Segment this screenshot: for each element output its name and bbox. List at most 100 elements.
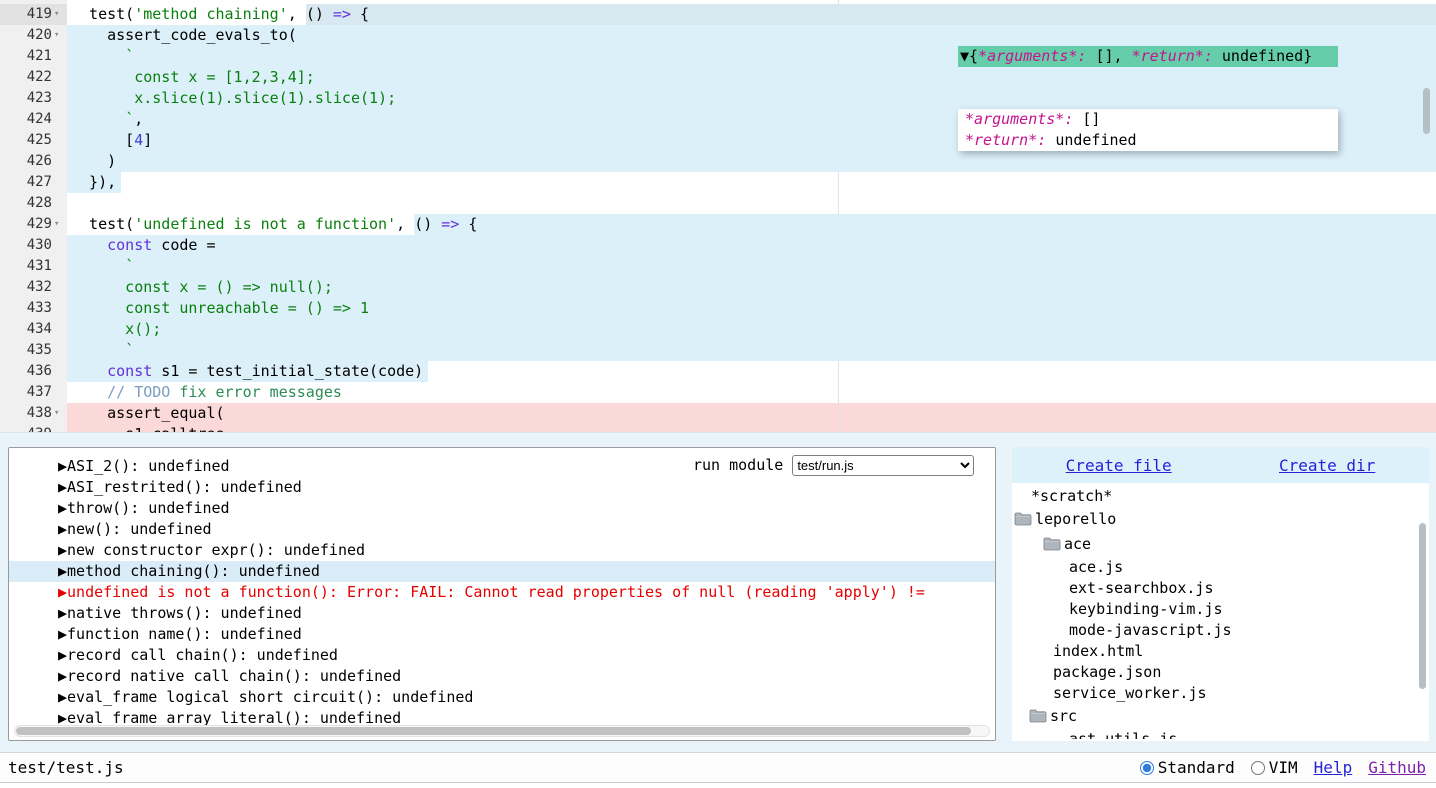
gutter-cell[interactable]: 426 [0,151,67,172]
code-line[interactable]: 428 [0,193,1436,214]
code-token: assert_code_evals_to( [71,26,297,44]
tooltip-header-row[interactable]: ▼{*arguments*: [], *return*: undefined} [958,46,1338,67]
gutter-cell[interactable]: 429▾ [0,214,67,235]
code-line[interactable]: assert_equal(438▾ [0,403,1436,424]
tree-file[interactable]: package.json [1012,661,1429,682]
code-token [71,47,125,65]
tree-file[interactable]: keybinding-vim.js [1012,598,1429,619]
code-line-text: ` [71,340,134,361]
test-result-item[interactable]: ▶native throws(): undefined [9,603,995,624]
standard-radio[interactable] [1140,761,1154,775]
gutter-cell[interactable]: 424 [0,109,67,130]
tooltip-token: [] [1082,110,1100,128]
gutter-cell[interactable]: 436 [0,361,67,382]
gutter-cell[interactable]: 422 [0,67,67,88]
tree-folder[interactable]: ace [1012,531,1429,556]
run-module-select[interactable]: test/run.js [792,455,974,476]
test-result-item[interactable]: ▶eval_frame logical short circuit(): und… [9,687,995,708]
gutter-cell[interactable]: 433 [0,298,67,319]
tree-item-label: leporello [1035,509,1116,529]
code-token: { [459,215,477,233]
code-line[interactable]: // TODO fix error messages437 [0,382,1436,403]
code-line[interactable]: `431 [0,256,1436,277]
test-result-item[interactable]: ▶throw(): undefined [9,498,995,519]
code-token: const [107,362,152,380]
gutter-cell[interactable]: 431 [0,256,67,277]
test-result-item[interactable]: ▶function name(): undefined [9,624,995,645]
tooltip-token: *arguments* [978,47,1077,65]
horizontal-scrollbar-track[interactable] [14,725,990,737]
fold-arrow-icon[interactable]: ▾ [54,403,66,424]
code-line[interactable]: const unreachable = () => 1433 [0,298,1436,319]
gutter-cell[interactable]: 423 [0,88,67,109]
keybinding-standard-option[interactable]: Standard [1140,758,1235,777]
test-result-item[interactable]: ▶ASI_restrited(): undefined [9,477,995,498]
code-line-text: x(); [71,319,161,340]
test-result-item[interactable]: ▶method chaining(): undefined [9,561,995,582]
gutter-cell[interactable]: 428 [0,193,67,214]
gutter-cell[interactable]: 420▾ [0,25,67,46]
gutter-cell[interactable]: 432 [0,277,67,298]
help-link[interactable]: Help [1314,758,1353,777]
code-line[interactable]: const s1 = test_initial_state(code)436 [0,361,1436,382]
gutter-cell[interactable]: 430 [0,235,67,256]
file-tree-scrollbar[interactable] [1419,523,1426,689]
tree-file[interactable]: index.html [1012,640,1429,661]
line-number: 433 [0,298,52,319]
gutter-cell[interactable]: 421 [0,46,67,67]
create-file-link[interactable]: Create file [1066,456,1172,475]
tree-file[interactable]: ast_utils.js [1012,728,1429,739]
standard-radio-label: Standard [1158,758,1235,777]
code-line[interactable]: s1.calltree 439 [0,424,1436,433]
line-number: 422 [0,67,52,88]
editor-vertical-scrollbar[interactable] [1423,88,1430,134]
tree-file[interactable]: ext-searchbox.js [1012,577,1429,598]
test-result-item[interactable]: ▶new(): undefined [9,519,995,540]
code-line-text: assert_equal( [71,403,225,424]
fold-arrow-icon[interactable]: ▾ [54,4,66,25]
code-line[interactable]: const x = () => null();432 [0,277,1436,298]
code-token: s1.calltree [71,425,225,433]
gutter-cell[interactable]: 438▾ [0,403,67,424]
github-link[interactable]: Github [1368,758,1426,777]
tree-file[interactable]: service_worker.js [1012,682,1429,703]
test-result-item[interactable]: ▶undefined is not a function(): Error: F… [9,582,995,603]
tooltip-row[interactable]: *arguments*: [] [965,109,1338,130]
gutter-cell[interactable]: 434 [0,319,67,340]
code-line-text: }), [71,172,116,193]
gutter-cell[interactable]: 437 [0,382,67,403]
tree-file[interactable]: *scratch* [1012,485,1429,506]
gutter-cell[interactable]: 425 [0,130,67,151]
tooltip-row[interactable]: *return*: undefined [965,130,1338,151]
test-result-item[interactable]: ▶new constructor expr(): undefined [9,540,995,561]
gutter-cell[interactable]: 439 [0,424,67,433]
code-line[interactable]: const code =430 [0,235,1436,256]
code-token: () [414,215,441,233]
code-line[interactable]: test('undefined is not a function', () =… [0,214,1436,235]
code-line-text: assert_code_evals_to( [71,25,297,46]
code-line-text: ) [71,151,116,172]
code-line[interactable]: x();434 [0,319,1436,340]
test-result-item[interactable]: ▶record native call chain(): undefined [9,666,995,687]
gutter-cell[interactable]: 435 [0,340,67,361]
gutter-cell[interactable]: 427 [0,172,67,193]
test-result-item[interactable]: ▶record call chain(): undefined [9,645,995,666]
fold-arrow-icon[interactable]: ▾ [54,214,66,235]
line-number: 439 [0,424,52,433]
tree-file[interactable]: ace.js [1012,556,1429,577]
tooltip-token: *return*: [965,131,1055,149]
code-token: 4 [134,131,143,149]
status-bar: test/test.js Standard VIM Help Github [0,752,1436,783]
gutter-cell[interactable]: 419▾ [0,4,67,25]
tree-file[interactable]: mode-javascript.js [1012,619,1429,640]
code-line[interactable]: `435 [0,340,1436,361]
vim-radio[interactable] [1251,761,1265,775]
fold-arrow-icon[interactable]: ▾ [54,25,66,46]
code-token: code = [152,236,215,254]
create-dir-link[interactable]: Create dir [1279,456,1375,475]
keybinding-vim-option[interactable]: VIM [1251,758,1298,777]
tree-folder[interactable]: src [1012,703,1429,728]
horizontal-scrollbar-thumb[interactable] [16,727,971,735]
code-editor[interactable]: test('method chaining', () => {419▾ asse… [0,0,1436,433]
tree-folder[interactable]: leporello [1012,506,1429,531]
